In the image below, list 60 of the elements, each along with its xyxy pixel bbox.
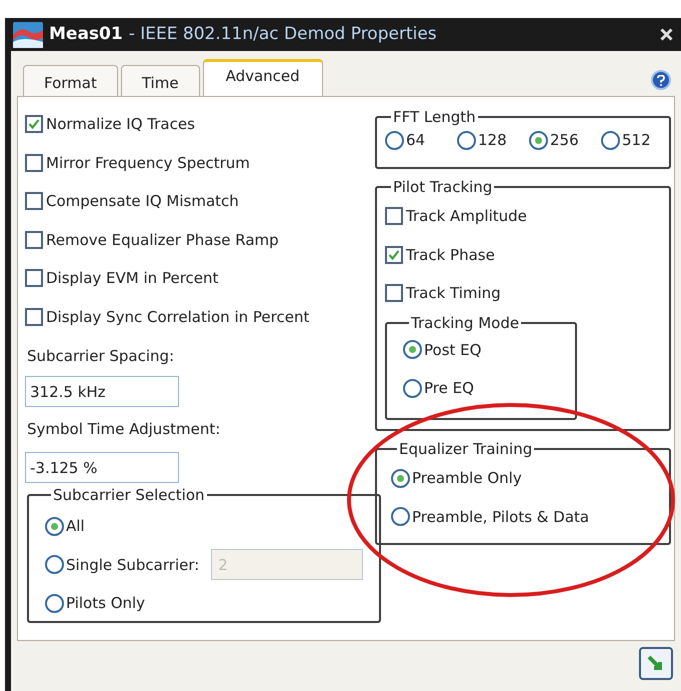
option-label: Preamble, Pilots & Data (412, 506, 590, 528)
option-label: Display Sync Correlation in Percent (46, 306, 310, 328)
check-icon (388, 248, 400, 261)
radio-button[interactable] (403, 378, 422, 398)
option-label: Track Amplitude (406, 206, 527, 227)
radio-button[interactable] (45, 516, 64, 536)
window-title: Meas01 (49, 22, 123, 46)
radio-button[interactable] (601, 130, 620, 150)
tab[interactable]: Format (23, 65, 118, 96)
option-label: 512 (622, 130, 651, 151)
option-label: Preamble Only (412, 468, 522, 489)
group-title: FFT Length (392, 109, 477, 125)
option-label: Single Subcarrier: (66, 554, 200, 576)
tab[interactable]: Advanced (202, 59, 323, 96)
option-label: Display EVM in Percent (46, 268, 218, 289)
group-title: Subcarrier Selection (52, 487, 206, 503)
radio-button[interactable] (403, 340, 422, 360)
checkbox[interactable] (25, 192, 43, 210)
radio-button[interactable] (457, 130, 476, 150)
option-label: 256 (550, 130, 579, 151)
tab[interactable]: Time (120, 65, 200, 96)
option-label: 64 (406, 130, 426, 151)
checkbox[interactable] (25, 230, 43, 249)
help-icon[interactable] (651, 70, 671, 90)
checkbox[interactable] (385, 207, 403, 226)
checkbox[interactable] (25, 115, 43, 134)
group-title: Pilot Tracking (392, 179, 494, 195)
input-field[interactable]: -3.125 % (25, 452, 179, 483)
checkbox[interactable] (385, 246, 403, 264)
radio-button[interactable] (385, 130, 404, 150)
window-subtitle: - IEEE 802.11n/ac Demod Properties (128, 22, 437, 46)
option-label: Normalize IQ Traces (46, 114, 195, 135)
check-icon (28, 118, 40, 130)
checkbox[interactable] (25, 308, 43, 326)
option-label: All (66, 516, 85, 537)
app-logo-icon (13, 22, 43, 48)
radio-button[interactable] (529, 130, 548, 150)
field-label: Symbol Time Adjustment: (27, 419, 220, 440)
option-label: Track Phase (406, 244, 495, 266)
option-label: Post EQ (424, 340, 482, 360)
checkbox[interactable] (25, 154, 43, 172)
option-label: Remove Equalizer Phase Ramp (46, 230, 279, 250)
close-icon[interactable] (660, 28, 673, 41)
radio-button[interactable] (391, 507, 410, 526)
option-label: Mirror Frequency Spectrum (46, 152, 250, 174)
field-label: Subcarrier Spacing: (27, 346, 174, 367)
group-title: Tracking Mode (410, 314, 520, 330)
checkbox[interactable] (385, 284, 403, 302)
option-label: Track Timing (406, 283, 501, 304)
group-title: Equalizer Training (398, 441, 534, 457)
radio-button[interactable] (391, 468, 410, 488)
input-field[interactable]: 312.5 kHz (25, 376, 179, 407)
option-label: 128 (478, 130, 507, 151)
checkbox[interactable] (25, 269, 43, 288)
radio-button[interactable] (45, 555, 64, 574)
resize-button[interactable] (639, 647, 673, 680)
option-label: Compensate IQ Mismatch (46, 191, 239, 212)
radio-button[interactable] (45, 594, 64, 613)
option-label: Pre EQ (424, 378, 474, 399)
option-label: Pilots Only (66, 593, 146, 614)
